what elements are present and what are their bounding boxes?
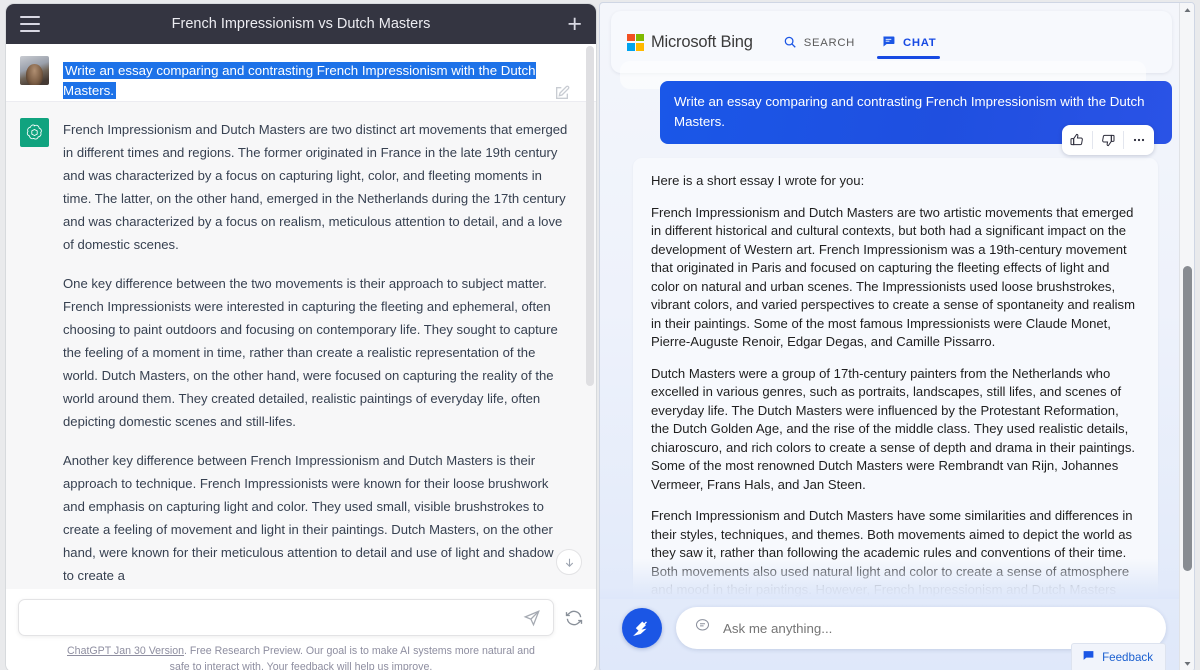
- assistant-message-row: French Impressionism and Dutch Masters a…: [6, 101, 596, 589]
- tab-chat[interactable]: CHAT: [877, 11, 941, 73]
- chatgpt-footer: ChatGPT Jan 30 Version. Free Research Pr…: [18, 636, 584, 670]
- answer-paragraph: Dutch Masters were a group of 17th-centu…: [651, 365, 1136, 492]
- regenerate-icon[interactable]: [564, 608, 584, 628]
- bing-assistant-message: Here is a short essay I wrote for you: F…: [633, 158, 1158, 599]
- scroll-to-bottom-button[interactable]: [556, 549, 582, 575]
- chatgpt-scrollbar-thumb[interactable]: [586, 46, 594, 386]
- chat-bubble-icon: [694, 617, 711, 639]
- chatgpt-panel: French Impressionism vs Dutch Masters + …: [5, 3, 597, 670]
- hamburger-icon[interactable]: [20, 16, 40, 32]
- openai-logo-icon: [20, 118, 49, 147]
- chatgpt-composer: ChatGPT Jan 30 Version. Free Research Pr…: [6, 589, 596, 670]
- feedback-button[interactable]: Feedback: [1071, 643, 1166, 670]
- user-message-row: Write an essay comparing and contrasting…: [6, 44, 596, 101]
- user-message-wrap: Write an essay comparing and contrasting…: [63, 56, 572, 101]
- answer-paragraph: French Impressionism and Dutch Masters a…: [651, 204, 1136, 350]
- scroll-down-arrow-icon[interactable]: [1180, 656, 1194, 670]
- answer-intro: Here is a short essay I wrote for you:: [651, 173, 865, 188]
- message-actions: [1062, 125, 1154, 155]
- bing-composer: Feedback: [600, 599, 1180, 670]
- bing-conversation: Write an essay comparing and contrasting…: [600, 81, 1194, 599]
- bing-chat-panel: Microsoft Bing SEARCH CHAT Write an essa…: [599, 2, 1195, 670]
- bing-scrollbar[interactable]: [1179, 3, 1194, 670]
- tab-chat-label: CHAT: [903, 37, 937, 49]
- plus-icon[interactable]: +: [567, 11, 582, 37]
- bing-tabs: SEARCH CHAT: [783, 11, 941, 73]
- thumbs-up-icon[interactable]: [1062, 125, 1092, 155]
- bing-chat-input[interactable]: [723, 620, 1148, 636]
- assistant-paragraph: Another key difference between French Im…: [63, 453, 554, 583]
- brand-label: Microsoft Bing: [651, 32, 753, 51]
- assistant-message-text: French Impressionism and Dutch Masters a…: [63, 118, 572, 587]
- microsoft-squares-icon: [627, 33, 644, 51]
- feedback-icon: [1082, 649, 1095, 665]
- tab-search[interactable]: SEARCH: [783, 11, 855, 73]
- scroll-up-arrow-icon[interactable]: [1180, 3, 1194, 18]
- user-message-text: Write an essay comparing and contrasting…: [63, 62, 536, 99]
- send-icon[interactable]: [523, 609, 541, 627]
- bing-topbar: Microsoft Bing SEARCH CHAT: [611, 11, 1172, 73]
- chat-input[interactable]: [31, 610, 523, 625]
- bing-scrollbar-thumb[interactable]: [1183, 266, 1192, 571]
- microsoft-bing-logo[interactable]: Microsoft Bing: [627, 33, 753, 52]
- version-link[interactable]: ChatGPT Jan 30 Version: [67, 645, 184, 657]
- ellipsis-icon[interactable]: [1124, 125, 1154, 155]
- search-icon: [783, 35, 797, 52]
- chat-bubble-icon: [881, 34, 896, 52]
- chat-input-wrap[interactable]: [18, 599, 554, 636]
- answer-paragraph-truncated: French Impressionism and Dutch Masters h…: [651, 508, 1133, 597]
- footer-text: . Free Research Preview. Our goal is to …: [169, 645, 535, 670]
- composer-row: [18, 599, 584, 636]
- bing-user-message-row: Write an essay comparing and contrasting…: [600, 81, 1194, 155]
- assistant-paragraph: One key difference between the two movem…: [63, 276, 558, 429]
- assistant-paragraph: French Impressionism and Dutch Masters a…: [63, 122, 568, 252]
- thumbs-down-icon[interactable]: [1093, 125, 1123, 155]
- tab-search-label: SEARCH: [803, 37, 856, 49]
- broom-icon[interactable]: [622, 608, 662, 648]
- chatgpt-conversation: Write an essay comparing and contrasting…: [6, 44, 596, 589]
- edit-icon[interactable]: [554, 85, 570, 101]
- chatgpt-header: French Impressionism vs Dutch Masters +: [6, 4, 596, 44]
- dual-pane-browser-window: French Impressionism vs Dutch Masters + …: [0, 0, 1200, 670]
- page-title: French Impressionism vs Dutch Masters: [171, 16, 431, 32]
- feedback-label: Feedback: [1102, 650, 1153, 664]
- avatar: [20, 56, 49, 85]
